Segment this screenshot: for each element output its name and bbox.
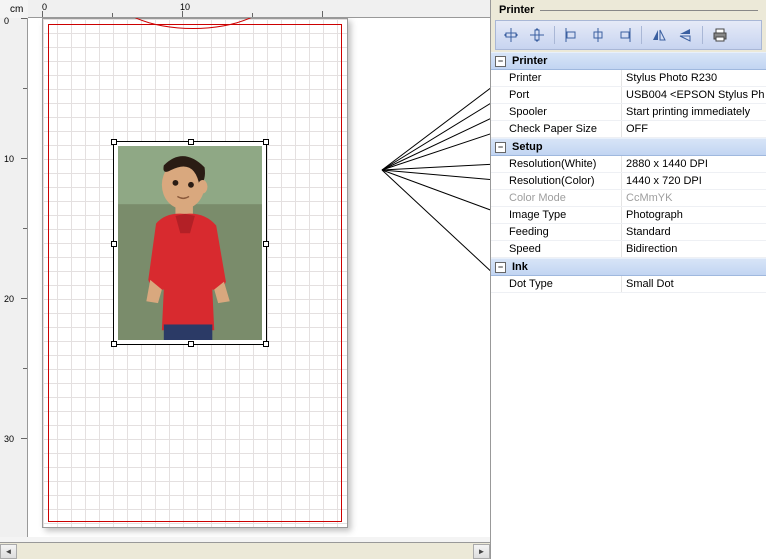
properties-panel: Printer − Pri bbox=[490, 0, 766, 559]
prop-value[interactable]: Bidirection bbox=[621, 241, 766, 257]
scroll-track[interactable] bbox=[17, 544, 473, 559]
prop-row[interactable]: Check Paper Size OFF bbox=[491, 121, 766, 138]
group-name-ink: Ink bbox=[512, 261, 528, 273]
page bbox=[42, 18, 348, 528]
prop-label: Resolution(Color) bbox=[491, 175, 621, 187]
center-vertical-button[interactable] bbox=[526, 24, 548, 46]
align-center-h-button[interactable] bbox=[587, 24, 609, 46]
prop-value: CcMmYK bbox=[621, 190, 766, 206]
prop-label: Color Mode bbox=[491, 192, 621, 204]
prop-label: Image Type bbox=[491, 209, 621, 221]
prop-row[interactable]: Speed Bidirection bbox=[491, 241, 766, 258]
group-name-printer: Printer bbox=[512, 55, 547, 67]
collapse-icon[interactable]: − bbox=[495, 262, 506, 273]
prop-value[interactable]: USB004 <EPSON Stylus Ph bbox=[621, 87, 766, 103]
ruler-left-tick-30: 30 bbox=[4, 434, 14, 444]
align-right-button[interactable] bbox=[613, 24, 635, 46]
prop-row[interactable]: Port USB004 <EPSON Stylus Ph bbox=[491, 87, 766, 104]
panel-toolbar bbox=[495, 20, 762, 50]
align-right-icon bbox=[616, 27, 632, 43]
ruler-left[interactable]: 0 10 20 30 bbox=[0, 18, 28, 537]
align-left-icon bbox=[564, 27, 580, 43]
prop-row[interactable]: Printer Stylus Photo R230 bbox=[491, 70, 766, 87]
ruler-left-tick-10: 10 bbox=[4, 154, 14, 164]
scroll-left-button[interactable]: ◄ bbox=[0, 544, 17, 559]
mirror-vertical-button[interactable] bbox=[674, 24, 696, 46]
prop-label: Check Paper Size bbox=[491, 123, 621, 135]
prop-label: Port bbox=[491, 89, 621, 101]
prop-label: Speed bbox=[491, 243, 621, 255]
prop-value[interactable]: 1440 x 720 DPI bbox=[621, 173, 766, 189]
prop-row: Color Mode CcMmYK bbox=[491, 190, 766, 207]
prop-label: Printer bbox=[491, 72, 621, 84]
prop-value[interactable]: Small Dot bbox=[621, 276, 766, 292]
group-header-setup[interactable]: − Setup bbox=[491, 138, 766, 156]
center-horizontal-icon bbox=[503, 27, 519, 43]
prop-label: Resolution(White) bbox=[491, 158, 621, 170]
prop-label: Spooler bbox=[491, 106, 621, 118]
prop-row[interactable]: Resolution(Color) 1440 x 720 DPI bbox=[491, 173, 766, 190]
ruler-unit-label: cm bbox=[10, 4, 23, 15]
group-header-printer[interactable]: − Printer bbox=[491, 52, 766, 70]
prop-row[interactable]: Spooler Start printing immediately bbox=[491, 104, 766, 121]
ruler-left-tick-20: 20 bbox=[4, 294, 14, 304]
ruler-top[interactable]: 0 10 bbox=[28, 0, 490, 18]
prop-value[interactable]: Standard bbox=[621, 224, 766, 240]
prop-row[interactable]: Feeding Standard bbox=[491, 224, 766, 241]
panel-title: Printer bbox=[499, 4, 534, 16]
prop-value[interactable]: Stylus Photo R230 bbox=[621, 70, 766, 86]
prop-value[interactable]: Photograph bbox=[621, 207, 766, 223]
prop-row[interactable]: Image Type Photograph bbox=[491, 207, 766, 224]
prop-row[interactable]: Dot Type Small Dot bbox=[491, 276, 766, 293]
prop-value[interactable]: 2880 x 1440 DPI bbox=[621, 156, 766, 172]
property-grid: − Printer Printer Stylus Photo R230 Port… bbox=[491, 52, 766, 559]
group-header-ink[interactable]: − Ink bbox=[491, 258, 766, 276]
canvas-area: cm 0 10 0 10 20 30 bbox=[0, 0, 490, 559]
collapse-icon[interactable]: − bbox=[495, 56, 506, 67]
center-horizontal-button[interactable] bbox=[500, 24, 522, 46]
prop-label: Dot Type bbox=[491, 278, 621, 290]
page-viewport[interactable] bbox=[28, 18, 490, 537]
align-center-icon bbox=[590, 27, 606, 43]
scroll-right-button[interactable]: ► bbox=[473, 544, 490, 559]
mirror-v-icon bbox=[677, 27, 693, 43]
prop-row[interactable]: Resolution(White) 2880 x 1440 DPI bbox=[491, 156, 766, 173]
align-left-button[interactable] bbox=[561, 24, 583, 46]
print-icon bbox=[712, 27, 728, 43]
prop-value[interactable]: OFF bbox=[621, 121, 766, 137]
mirror-horizontal-button[interactable] bbox=[648, 24, 670, 46]
prop-value[interactable]: Start printing immediately bbox=[621, 104, 766, 120]
selected-image-object[interactable] bbox=[113, 141, 267, 345]
prop-label: Feeding bbox=[491, 226, 621, 238]
collapse-icon[interactable]: − bbox=[495, 142, 506, 153]
center-vertical-icon bbox=[529, 27, 545, 43]
print-button[interactable] bbox=[709, 24, 731, 46]
photo-content bbox=[118, 146, 262, 340]
ruler-left-tick-0: 0 bbox=[4, 16, 9, 26]
mirror-h-icon bbox=[651, 27, 667, 43]
horizontal-scrollbar[interactable]: ◄ ► bbox=[0, 542, 490, 559]
group-name-setup: Setup bbox=[512, 141, 543, 153]
